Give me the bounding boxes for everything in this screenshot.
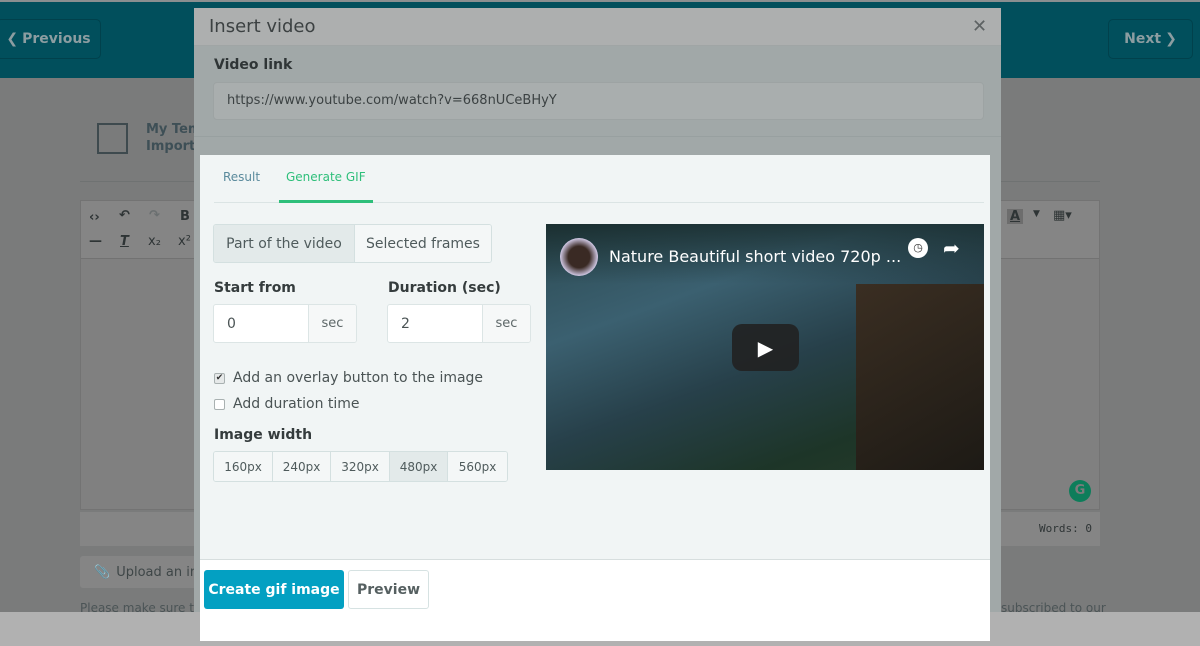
tab-generate-gif[interactable]: Generate GIF [286,170,366,184]
share-icon[interactable]: ➦ [943,236,960,260]
width-480[interactable]: 480px [390,452,448,481]
caret-down-icon[interactable]: ▼ [1033,209,1040,219]
channel-avatar[interactable] [560,238,598,276]
tab-result[interactable]: Result [223,170,260,184]
chevron-right-icon: ❯ [1165,31,1177,47]
preview-button[interactable]: Preview [348,570,429,609]
horizontal-line-icon[interactable]: — [89,234,102,249]
width-560[interactable]: 560px [448,452,507,481]
text-color-icon[interactable]: A [1007,209,1024,224]
video-link-label: Video link [214,57,293,73]
subscript-icon[interactable]: x₂ [148,234,161,249]
start-unit: sec [308,305,356,342]
video-preview[interactable]: Nature Beautiful short video 720p ... ◷ … [546,224,984,470]
chevron-left-icon: ❮ [6,31,19,47]
active-tab-indicator [279,200,373,203]
part-of-video-button[interactable]: Part of the video [214,225,355,262]
bold-icon[interactable]: B [180,209,190,224]
start-from-field: 0 sec [213,304,357,343]
checkbox-unchecked[interactable] [214,398,225,410]
close-icon[interactable]: ✕ [972,16,987,37]
watch-later-icon[interactable]: ◷ [908,238,928,258]
source-icon[interactable]: ‹› [89,210,100,225]
clear-format-icon[interactable]: T [120,234,129,249]
video-title[interactable]: Nature Beautiful short video 720p ... [609,247,901,266]
duration-unit: sec [482,305,530,342]
checkbox-checked[interactable]: ✔ [214,372,225,384]
undo-icon[interactable]: ↶ [119,208,130,223]
redo-icon[interactable]: ↷ [149,208,160,223]
width-160[interactable]: 160px [214,452,273,481]
width-320[interactable]: 320px [331,452,390,481]
import-icon [97,123,128,154]
table-icon[interactable]: ▦▾ [1053,208,1072,223]
mode-toggle: Part of the video Selected frames [213,224,492,263]
previous-button[interactable]: ❮ Previous [0,19,101,59]
create-gif-button[interactable]: Create gif image [204,570,344,609]
duration-label: Duration (sec) [388,280,501,296]
start-from-input[interactable]: 0 [214,305,308,342]
video-scene-cliff [856,284,984,470]
superscript-icon[interactable]: x² [178,234,191,249]
duration-time-option[interactable]: Add duration time [214,396,360,412]
next-button[interactable]: Next ❯ [1108,19,1193,59]
image-width-label: Image width [214,427,313,443]
duration-field: 2 sec [387,304,531,343]
image-width-selector: 160px 240px 320px 480px 560px [213,451,508,482]
width-240[interactable]: 240px [273,452,331,481]
video-link-input[interactable]: https://www.youtube.com/watch?v=668nUCeB… [213,82,984,120]
overlay-button-option[interactable]: ✔ Add an overlay button to the image [214,370,483,386]
play-icon[interactable]: ▶ [732,324,799,371]
paperclip-icon: 📎 [94,564,111,580]
divider [194,136,1001,137]
grammarly-icon[interactable]: G [1069,480,1091,502]
start-from-label: Start from [214,280,296,296]
duration-input[interactable]: 2 [388,305,482,342]
selected-frames-button[interactable]: Selected frames [355,225,491,262]
modal-title: Insert video [209,16,316,37]
